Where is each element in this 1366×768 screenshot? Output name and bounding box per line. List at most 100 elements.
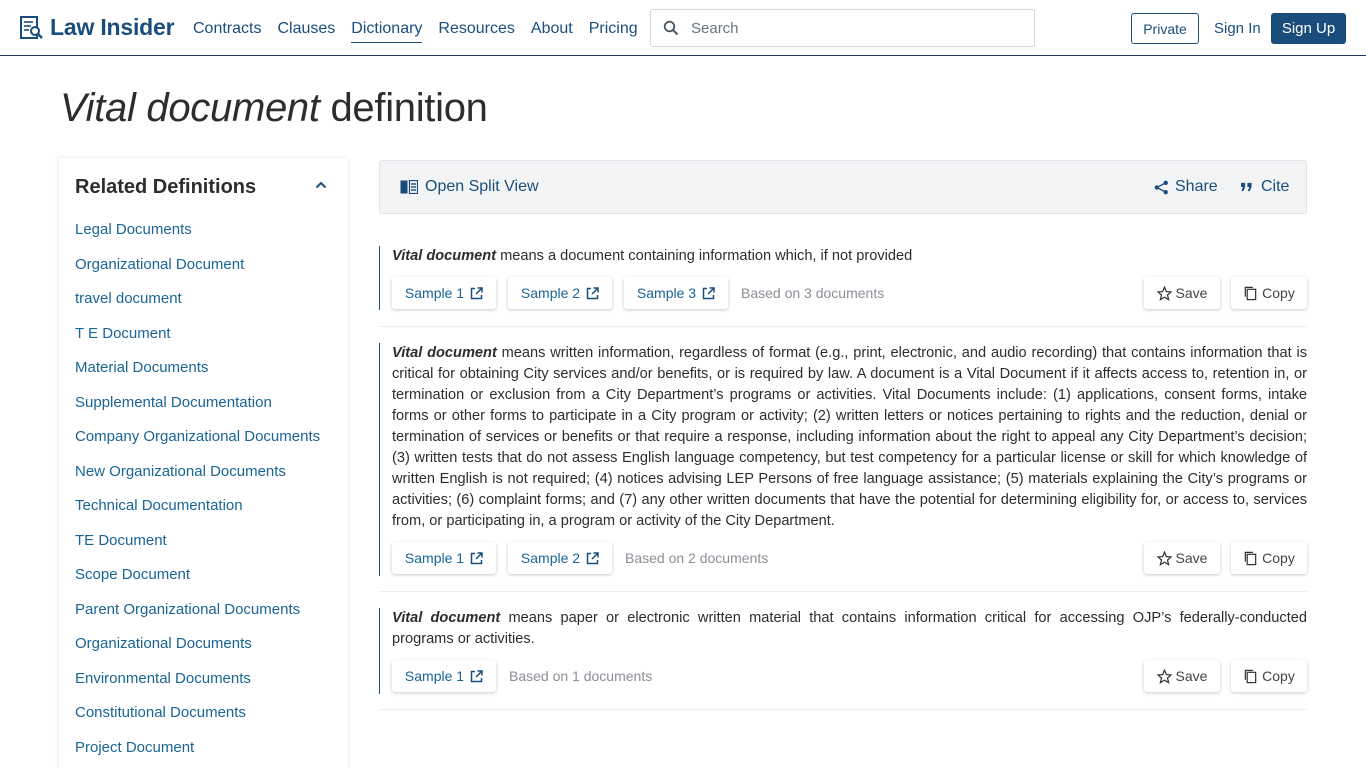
related-definition-link[interactable]: Project Document <box>75 738 320 768</box>
search-icon <box>663 20 679 36</box>
sample-label: Sample 3 <box>636 285 697 301</box>
definition-body: means paper or electronic written materi… <box>392 610 1307 647</box>
star-icon <box>1156 550 1172 566</box>
save-label: Save <box>1175 285 1208 301</box>
main-nav: Contracts Clauses Dictionary Resources A… <box>193 20 638 43</box>
related-definition-link[interactable]: Material Documents <box>75 358 320 393</box>
top-navigation-bar: Law Insider Contracts Clauses Dictionary… <box>0 0 1366 56</box>
definition-body: means written information, regardless of… <box>392 345 1307 529</box>
sample-label: Sample 2 <box>520 550 581 566</box>
sign-in-link[interactable]: Sign In <box>1214 20 1261 37</box>
related-definition-link[interactable]: Organizational Documents <box>75 634 320 669</box>
nav-resources[interactable]: Resources <box>438 20 514 43</box>
save-button[interactable]: Save <box>1144 542 1220 574</box>
definition-card: Vital document means paper or electronic… <box>379 608 1307 712</box>
quote-icon <box>1241 182 1252 191</box>
related-definition-link[interactable]: Organizational Document <box>75 255 320 290</box>
nav-dictionary[interactable]: Dictionary <box>351 20 423 43</box>
law-insider-logo-icon <box>20 15 43 39</box>
related-definition-link[interactable]: travel document <box>75 289 320 324</box>
split-view-icon <box>400 180 418 194</box>
related-definition-link[interactable]: Supplemental Documentation <box>75 393 320 428</box>
external-link-icon <box>470 551 483 564</box>
related-definition-link[interactable]: Legal Documents <box>75 220 320 255</box>
sample-link[interactable]: Sample 1 <box>392 660 496 692</box>
logo[interactable]: Law Insider <box>20 14 175 41</box>
page-title-term: Vital document <box>60 86 320 130</box>
copy-button[interactable]: Copy <box>1231 277 1307 309</box>
related-definition-link[interactable]: New Organizational Documents <box>75 462 320 497</box>
star-icon <box>1156 285 1172 301</box>
definition-separator <box>379 326 1307 327</box>
definition-term: Vital document <box>392 345 497 361</box>
nav-pricing[interactable]: Pricing <box>589 20 638 43</box>
definition-separator <box>379 709 1307 710</box>
sample-link[interactable]: Sample 1 <box>392 277 496 309</box>
definition-text: Vital document means a document containi… <box>392 246 1307 267</box>
sample-label: Sample 2 <box>520 285 581 301</box>
sample-link[interactable]: Sample 2 <box>508 542 612 574</box>
definition-text: Vital document means paper or electronic… <box>392 608 1307 650</box>
sample-label: Sample 1 <box>404 285 465 301</box>
definition-term: Vital document <box>392 248 497 264</box>
related-definition-link[interactable]: Company Organizational Documents <box>75 427 320 462</box>
nav-clauses[interactable]: Clauses <box>277 20 335 43</box>
sample-link[interactable]: Sample 3 <box>624 277 728 309</box>
definition-accent-bar <box>379 343 380 576</box>
external-link-icon <box>470 286 483 299</box>
share-button[interactable]: Share <box>1154 178 1218 196</box>
nav-contracts[interactable]: Contracts <box>193 20 261 43</box>
definition-accent-bar <box>379 246 380 310</box>
copy-button[interactable]: Copy <box>1231 542 1307 574</box>
definition-toolbar: Open Split View Share Cite <box>379 160 1307 214</box>
nav-about[interactable]: About <box>531 20 573 43</box>
copy-label: Copy <box>1262 668 1295 684</box>
cite-label: Cite <box>1261 178 1290 195</box>
sample-label: Sample 1 <box>404 668 465 684</box>
related-definition-link[interactable]: T E Document <box>75 324 320 359</box>
logo-text: Law Insider <box>50 14 175 40</box>
search-box[interactable] <box>650 9 1035 47</box>
copy-button[interactable]: Copy <box>1231 660 1307 692</box>
sign-up-button[interactable]: Sign Up <box>1271 13 1346 44</box>
page-title: Vital document definition <box>60 86 488 131</box>
copy-icon <box>1244 669 1257 683</box>
related-definitions-heading: Related Definitions <box>75 176 257 198</box>
definition-body: means a document containing information … <box>496 248 913 264</box>
related-definition-link[interactable]: TE Document <box>75 531 320 566</box>
related-definition-link[interactable]: Scope Document <box>75 565 320 600</box>
private-button[interactable]: Private <box>1131 13 1199 44</box>
search-input[interactable] <box>691 19 1011 37</box>
cite-button[interactable]: Cite <box>1240 178 1289 196</box>
save-button[interactable]: Save <box>1144 277 1220 309</box>
sample-link[interactable]: Sample 2 <box>508 277 612 309</box>
definition-term: Vital document <box>392 610 501 626</box>
external-link-icon <box>586 286 599 299</box>
definition-card: Vital document means written information… <box>379 343 1307 593</box>
save-button[interactable]: Save <box>1144 660 1220 692</box>
copy-label: Copy <box>1262 550 1295 566</box>
sample-link[interactable]: Sample 1 <box>392 542 496 574</box>
based-on-count: Based on 3 documents <box>741 285 885 301</box>
related-definition-link[interactable]: Parent Organizational Documents <box>75 600 320 635</box>
share-icon <box>1154 180 1168 194</box>
save-label: Save <box>1175 550 1208 566</box>
related-definition-link[interactable]: Technical Documentation <box>75 496 320 531</box>
star-icon <box>1156 668 1172 684</box>
definition-card: Vital document means a document containi… <box>379 246 1307 328</box>
chevron-up-icon[interactable] <box>314 178 328 192</box>
definition-accent-bar <box>379 608 380 694</box>
related-definitions-list: Legal Documents Organizational Document … <box>75 220 320 768</box>
open-split-view-label: Open Split View <box>425 178 539 195</box>
related-definitions-panel: Related Definitions Legal Documents Orga… <box>59 158 348 768</box>
based-on-count: Based on 1 documents <box>509 668 653 684</box>
share-label: Share <box>1175 178 1218 195</box>
related-definition-link[interactable]: Constitutional Documents <box>75 703 320 738</box>
related-definition-link[interactable]: Environmental Documents <box>75 669 320 704</box>
copy-label: Copy <box>1262 285 1295 301</box>
open-split-view-button[interactable]: Open Split View <box>400 178 539 196</box>
based-on-count: Based on 2 documents <box>625 550 769 566</box>
external-link-icon <box>470 669 483 682</box>
page-title-suffix: definition <box>319 86 488 130</box>
external-link-icon <box>702 286 715 299</box>
